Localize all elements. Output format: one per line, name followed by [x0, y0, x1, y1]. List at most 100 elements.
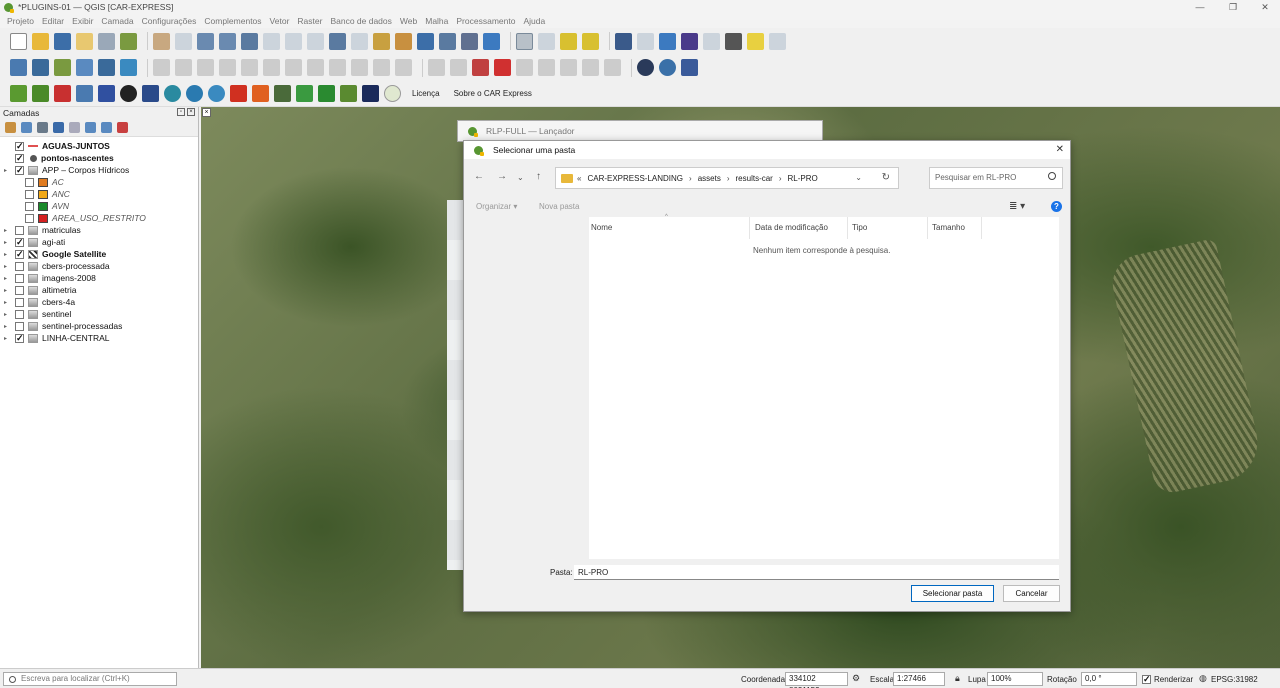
column-header-modified[interactable]: Data de modificação	[755, 223, 828, 232]
add-delimited-text-icon[interactable]	[120, 59, 137, 76]
filter-by-expression-icon[interactable]	[69, 122, 80, 133]
crs-icon[interactable]: ◍	[1199, 673, 1209, 684]
layer-item[interactable]: AVN	[0, 200, 198, 212]
save-edits-icon[interactable]	[197, 59, 214, 76]
field-calculator-icon[interactable]	[703, 32, 720, 50]
select-location-icon[interactable]	[582, 32, 599, 50]
forward-arrow-icon[interactable]: →	[497, 171, 507, 182]
column-header-type[interactable]: Tipo	[852, 223, 867, 232]
select-features-icon[interactable]	[516, 32, 533, 50]
layer-item[interactable]: ▸ cbers-4a	[0, 296, 198, 308]
current-edits-icon[interactable]	[153, 59, 170, 76]
deselect-icon[interactable]	[560, 32, 577, 50]
breadcrumb-rl-pro[interactable]: RL-PRO	[788, 174, 818, 183]
plugin-gear-icon[interactable]	[76, 85, 93, 102]
show-hide-label-icon[interactable]	[582, 59, 599, 76]
lock-icon[interactable]: 🔒︎	[955, 673, 965, 684]
cancel-button[interactable]: Cancelar	[1003, 585, 1060, 602]
expand-arrow-icon[interactable]: ▸	[4, 299, 10, 306]
undo-icon[interactable]	[373, 59, 390, 76]
copy-features-icon[interactable]	[329, 59, 346, 76]
zoom-selection-icon[interactable]	[263, 32, 280, 50]
menu-processamento[interactable]: Processamento	[456, 16, 515, 26]
organize-menu[interactable]: Organizar ▾	[476, 202, 517, 211]
help-icon[interactable]	[681, 59, 698, 76]
plugin-search-icon[interactable]	[186, 85, 203, 102]
annotation-icon[interactable]	[769, 32, 786, 50]
layer-style-icon[interactable]	[5, 122, 16, 133]
zoom-layer-icon[interactable]	[285, 32, 302, 50]
plugin-sat-icon[interactable]	[142, 85, 159, 102]
layer-visibility-checkbox[interactable]: ✓	[15, 237, 24, 247]
help-icon[interactable]: ?	[1051, 201, 1062, 212]
globe-plugin-icon[interactable]	[637, 59, 654, 76]
layer-item[interactable]: ▸ imagens-2008	[0, 272, 198, 284]
layer-visibility-checkbox[interactable]: ✓	[15, 333, 24, 343]
new-folder-button[interactable]: Nova pasta	[539, 202, 579, 211]
expand-arrow-icon[interactable]: ▸	[4, 323, 10, 330]
label-pin-icon[interactable]	[450, 59, 467, 76]
open-attribute-table-icon[interactable]	[637, 32, 654, 50]
layer-visibility-checkbox[interactable]	[15, 225, 24, 235]
menu-editar[interactable]: Editar	[42, 16, 64, 26]
label-highlight-icon[interactable]	[472, 59, 489, 76]
collapse-all-icon[interactable]	[101, 122, 112, 133]
layer-item[interactable]: ▸ matriculas	[0, 224, 198, 236]
save-as-icon[interactable]	[76, 32, 93, 50]
layer-visibility-checkbox[interactable]	[25, 213, 34, 223]
save-project-icon[interactable]	[54, 32, 71, 50]
pan-to-selection-icon[interactable]	[175, 32, 192, 50]
map-tips-icon[interactable]	[747, 32, 764, 50]
minimize-button[interactable]: —	[1185, 0, 1215, 14]
plugin-arrow-icon[interactable]	[32, 85, 49, 102]
render-checkbox[interactable]: ✓	[1142, 675, 1151, 684]
layer-visibility-checkbox[interactable]	[25, 189, 34, 199]
bookmark-icon[interactable]	[417, 32, 434, 50]
modify-attributes-icon[interactable]	[263, 59, 280, 76]
cut-features-icon[interactable]	[307, 59, 324, 76]
new-geopackage-icon[interactable]	[32, 59, 49, 76]
column-header-name[interactable]: Nome	[591, 223, 612, 232]
layer-item[interactable]: ANC	[0, 188, 198, 200]
expand-arrow-icon[interactable]: ▸	[4, 167, 10, 174]
menu-exibir[interactable]: Exibir	[72, 16, 93, 26]
plugin-circle-icon[interactable]	[384, 85, 401, 102]
file-list[interactable]: ^ Nome Data de modificação Tipo Tamanho …	[589, 214, 1059, 559]
plugin-layers-icon[interactable]	[10, 85, 27, 102]
refresh-icon[interactable]: ↻	[882, 172, 890, 183]
statistics-sigma-icon[interactable]	[681, 32, 698, 50]
remove-layer-icon[interactable]	[117, 122, 128, 133]
expand-arrow-icon[interactable]: ▸	[4, 335, 10, 342]
maximize-button[interactable]: ❐	[1218, 0, 1248, 14]
plugin-tree-icon[interactable]	[296, 85, 313, 102]
layer-visibility-checkbox[interactable]: ✓	[15, 141, 24, 151]
plugin-heat-icon[interactable]	[252, 85, 269, 102]
label-tool-icon[interactable]	[428, 59, 445, 76]
python-console-icon[interactable]	[659, 59, 676, 76]
plugin-drop-icon[interactable]	[208, 85, 225, 102]
expand-arrow-icon[interactable]: ▸	[4, 311, 10, 318]
plugin-marker-icon[interactable]	[54, 85, 71, 102]
layer-visibility-checkbox[interactable]	[25, 201, 34, 211]
style-manager-icon[interactable]	[120, 32, 137, 50]
select-folder-button[interactable]: Selecionar pasta	[911, 585, 994, 602]
show-bookmarks-icon[interactable]	[439, 32, 456, 50]
plugin-fire-icon[interactable]	[230, 85, 247, 102]
menu-projeto[interactable]: Projeto	[7, 16, 34, 26]
layer-visibility-checkbox[interactable]	[15, 261, 24, 271]
zoom-native-icon[interactable]	[307, 32, 324, 50]
breadcrumb-results-car[interactable]: results-car	[736, 174, 773, 183]
address-dropdown-icon[interactable]: ⌄	[855, 173, 862, 182]
layer-visibility-checkbox[interactable]	[15, 297, 24, 307]
expand-arrow-icon[interactable]: ▸	[4, 239, 10, 246]
zoom-in-icon[interactable]	[197, 32, 214, 50]
layer-item[interactable]: ▸ sentinel-processadas	[0, 320, 198, 332]
layer-item[interactable]: ✓ AGUAS-JUNTOS	[0, 140, 198, 152]
float-panel-icon[interactable]: ▫	[177, 108, 185, 116]
manage-visibility-icon[interactable]	[37, 122, 48, 133]
layer-item[interactable]: ▸ ✓ APP – Corpos Hídricos	[0, 164, 198, 176]
layer-item[interactable]: ▸ cbers-processada	[0, 260, 198, 272]
zoom-last-icon[interactable]	[329, 32, 346, 50]
new-3d-view-icon[interactable]	[395, 32, 412, 50]
coordinate-field[interactable]: 334102 8031153	[785, 672, 848, 688]
